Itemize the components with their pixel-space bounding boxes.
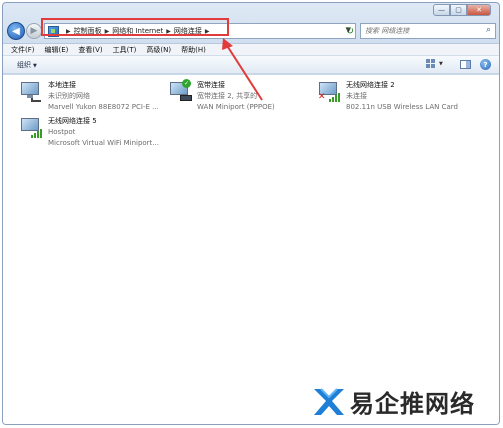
search-input[interactable] [361,24,473,38]
connection-name: 本地连接 [48,81,76,89]
menu-tools[interactable]: 工具(T) [113,45,137,55]
breadcrumb-control-panel[interactable]: 控制面板 [74,26,102,36]
watermark-logo-icon [314,387,344,415]
control-panel-icon [48,25,59,37]
chevron-right-icon: ▶ [166,27,171,35]
connection-broadband[interactable]: ✓ 宽带连接 宽带连接 2, 共享的 WAN Miniport (PPPOE) [168,79,275,113]
close-button[interactable]: ✕ [467,4,491,16]
wireless-connected-icon [19,116,45,140]
forward-arrow-icon: ▶ [30,26,38,36]
caption-buttons: — ▢ ✕ [433,4,491,16]
navigation-row: ◀ ▶ ▶ 控制面板 ▶ 网络和 Internet ▶ 网络连接 ▶ ▼ ↻ ⌕ [3,19,499,43]
refresh-button[interactable]: ↻ [343,23,357,39]
menu-bar: 文件(F) 编辑(E) 查看(V) 工具(T) 高级(N) 帮助(H) [3,43,499,56]
menu-advanced[interactable]: 高级(N) [146,45,171,55]
connection-status: 未连接 [346,92,367,100]
connection-device: WAN Miniport (PPPOE) [197,103,275,111]
broadband-connected-icon: ✓ [168,79,194,104]
organize-button[interactable]: 组织 ▼ [17,60,37,70]
chevron-down-icon: ▼ [33,63,37,69]
back-arrow-icon: ◀ [12,25,20,37]
help-icon: ? [483,60,488,69]
chevron-right-icon: ▶ [204,27,210,35]
disconnected-x-icon: ✕ [318,92,326,102]
chevron-right-icon: ▶ [104,27,110,35]
help-button[interactable]: ? [480,59,491,70]
refresh-icon: ↻ [345,25,355,37]
connection-name: 无线网络连接 5 [48,117,97,125]
view-grid-icon [426,59,436,68]
connection-status: 未识别的网络 [48,92,90,100]
minimize-button[interactable]: — [433,4,450,16]
search-box: ⌕ [360,23,496,39]
preview-pane-button[interactable] [460,60,471,69]
menu-file[interactable]: 文件(F) [11,45,35,55]
connection-device: Marvell Yukon 88E8072 PCI-E ... [48,103,159,111]
explorer-window: — ▢ ✕ ◀ ▶ ▶ 控制面板 ▶ 网络和 Internet ▶ 网络连接 ▶… [2,2,500,425]
connection-name: 宽带连接 [197,81,225,89]
connection-status: 宽带连接 2, 共享的 [197,92,258,100]
menu-help[interactable]: 帮助(H) [181,45,206,55]
breadcrumb-network-connections[interactable]: 网络连接 [174,26,202,36]
menu-edit[interactable]: 编辑(E) [45,45,69,55]
organize-label: 组织 [17,61,31,69]
forward-button[interactable]: ▶ [26,23,42,39]
connection-status: Hostpot [48,128,76,136]
connection-wireless-5[interactable]: 无线网络连接 5 Hostpot Microsoft Virtual WiFi … [19,116,159,149]
connection-device: 802.11n USB Wireless LAN Card [346,103,458,111]
connection-wireless-2[interactable]: ✕ 无线网络连接 2 未连接 802.11n USB Wireless LAN … [317,80,458,113]
command-bar: 组织 ▼ ▼ ? [3,56,499,74]
back-button[interactable]: ◀ [7,22,25,40]
breadcrumb-network-internet[interactable]: 网络和 Internet [112,26,163,36]
connections-list: 本地连接 未识别的网络 Marvell Yukon 88E8072 PCI-E … [3,75,499,424]
checkmark-icon: ✓ [182,79,191,88]
connection-device: Microsoft Virtual WiFi Miniport... [48,139,159,147]
menu-view[interactable]: 查看(V) [78,45,102,55]
connection-local[interactable]: 本地连接 未识别的网络 Marvell Yukon 88E8072 PCI-E … [19,80,159,113]
maximize-button[interactable]: ▢ [450,4,467,16]
change-view-button[interactable]: ▼ [426,59,443,68]
chevron-down-icon: ▼ [439,60,443,67]
wired-network-icon [19,80,45,104]
watermark: 易企推网络 [312,384,475,419]
chevron-right-icon: ▶ [66,27,71,35]
search-icon[interactable]: ⌕ [486,25,491,35]
address-bar[interactable]: ▶ 控制面板 ▶ 网络和 Internet ▶ 网络连接 ▶ ▼ [44,23,356,39]
wireless-disconnected-icon: ✕ [317,80,343,104]
watermark-text: 易企推网络 [350,389,475,418]
connection-name: 无线网络连接 2 [346,81,395,89]
